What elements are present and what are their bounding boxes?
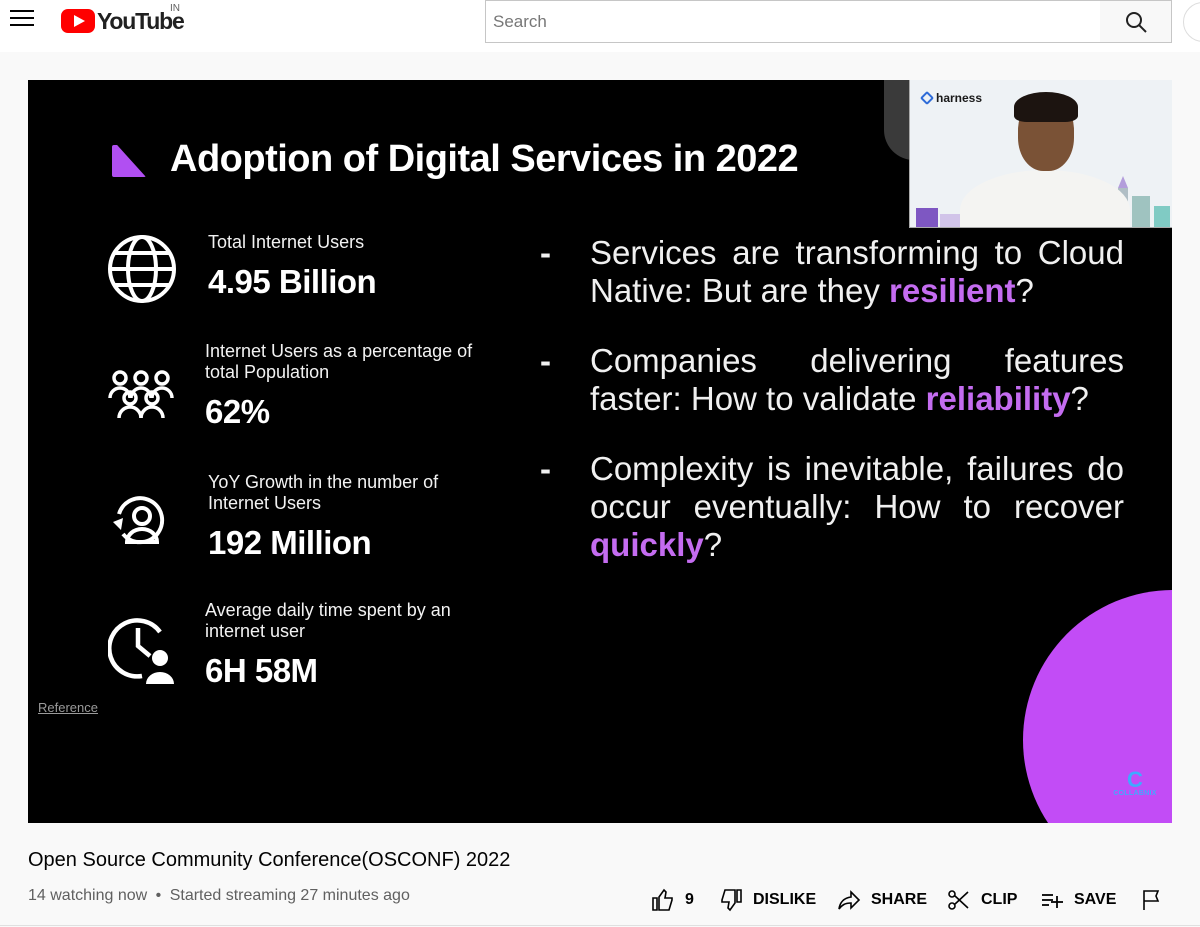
menu-icon[interactable] [10, 10, 34, 30]
divider [0, 925, 1200, 926]
search-input[interactable] [486, 1, 1100, 42]
dislike-label: DISLIKE [753, 891, 817, 908]
like-button[interactable]: 9 [651, 880, 694, 920]
stat-value: 6H 58M [205, 652, 318, 689]
harness-logo-icon [919, 90, 935, 106]
speaker-camera: harness [909, 80, 1172, 228]
bullet-text: Complexity is inevitable, failures do oc… [590, 450, 1124, 525]
save-label: SAVE [1074, 891, 1117, 908]
collabnix-text: COLLABNIX [1113, 790, 1157, 797]
title-marker-icon [112, 145, 146, 177]
save-button[interactable]: SAVE [1040, 880, 1116, 920]
bullet-item: - Companies delivering features faster: … [540, 342, 1124, 418]
stat-value: 62% [205, 393, 270, 430]
stat-label: Total Internet Users [208, 232, 365, 252]
search-button[interactable] [1100, 0, 1172, 43]
search-box [485, 0, 1101, 43]
stat-total-users: Total Internet Users 4.95 Billion [208, 232, 377, 301]
bullet-dash: - [540, 342, 551, 379]
bullet-end: ? [1015, 272, 1034, 309]
people-group-icon [108, 370, 174, 419]
action-bar: 9 DISLIKE SHARE CLIP SAVE [0, 880, 1200, 920]
reference-link[interactable]: Reference [38, 700, 98, 715]
bullet-list: - Services are transforming to Cloud Nat… [540, 234, 1124, 596]
video-player[interactable]: Adoption of Digital Services in 2022 Tot… [28, 80, 1172, 823]
bullet-highlight: resilient [888, 272, 1016, 309]
country-code: IN [170, 3, 180, 14]
stat-value: 192 Million [208, 524, 372, 561]
collabnix-c-icon: C [1127, 767, 1143, 792]
speaker-hair [1014, 92, 1078, 122]
account-avatar[interactable] [1183, 2, 1200, 42]
stat-label: YoY Growth in the number of Internet Use… [208, 472, 439, 513]
bullet-dash: - [540, 450, 551, 487]
stat-percentage: Internet Users as a percentage of total … [205, 341, 475, 431]
share-icon [838, 890, 861, 910]
scissors-icon [948, 890, 969, 910]
user-growth-icon [113, 496, 165, 545]
top-bar: YouTube IN [0, 0, 1200, 52]
stat-value: 4.95 Billion [208, 263, 377, 300]
report-button[interactable] [1140, 880, 1174, 920]
slide-title: Adoption of Digital Services in 2022 [170, 138, 799, 180]
bullet-dash: - [540, 234, 551, 271]
clip-label: CLIP [981, 891, 1018, 908]
like-count: 9 [685, 891, 694, 908]
stat-label: Internet Users as a percentage of total … [205, 341, 473, 382]
bullet-text: Services are transforming to Cloud Nativ… [590, 234, 1124, 309]
dislike-button[interactable]: DISLIKE [719, 880, 816, 920]
playlist-add-icon [1042, 894, 1063, 908]
camera-brand: harness [919, 90, 983, 106]
bullet-highlight: reliability [925, 380, 1071, 417]
bullet-highlight: quickly [590, 526, 704, 563]
clock-user-icon [108, 618, 174, 684]
clip-button[interactable]: CLIP [947, 880, 1017, 920]
bullet-end: ? [1070, 380, 1089, 417]
stat-label: Average daily time spent by an internet … [205, 600, 451, 641]
camera-brand-text: harness [936, 91, 983, 105]
bullet-end: ? [703, 526, 723, 563]
thumbs-up-icon [652, 888, 673, 911]
bullet-item: - Complexity is inevitable, failures do … [540, 450, 1124, 564]
stat-growth: YoY Growth in the number of Internet Use… [208, 472, 468, 562]
video-title: Open Source Community Conference(OSCONF)… [28, 849, 511, 871]
search-icon [1126, 12, 1147, 33]
thumbs-down-icon [721, 889, 742, 912]
collabnix-logo: C COLLABNIX [1109, 767, 1161, 798]
globe-icon [108, 235, 176, 303]
youtube-logo[interactable]: YouTube [61, 8, 185, 34]
stat-daily-time: Average daily time spent by an internet … [205, 600, 475, 690]
background-desk-icon [916, 208, 960, 227]
share-button[interactable]: SHARE [837, 880, 927, 920]
flag-icon [1143, 890, 1160, 910]
bullet-item: - Services are transforming to Cloud Nat… [540, 234, 1124, 310]
youtube-play-icon [61, 9, 95, 33]
share-label: SHARE [871, 891, 928, 908]
